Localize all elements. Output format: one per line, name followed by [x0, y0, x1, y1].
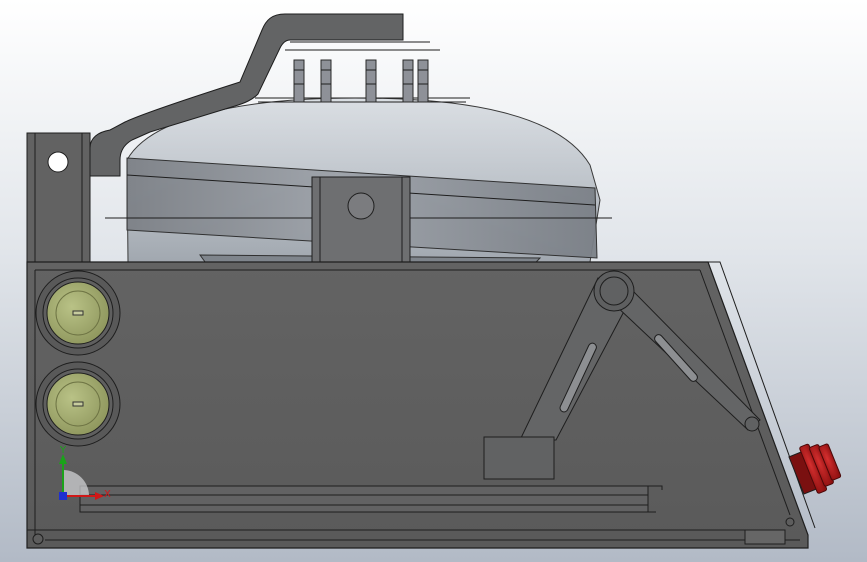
mounting-hole [47, 151, 69, 173]
bolt-5 [417, 59, 429, 103]
knob-slot [72, 401, 84, 407]
pivot-hole [347, 192, 375, 220]
pivot-joint-right [744, 416, 760, 432]
tray-rail[interactable] [79, 485, 663, 513]
bolt-4 [402, 59, 414, 103]
base-foot [744, 529, 786, 545]
center-mount-bracket[interactable] [311, 176, 411, 264]
knob-slot [72, 310, 84, 316]
control-knob-lower[interactable] [35, 361, 121, 447]
triad-y-label: Y [59, 445, 67, 456]
z-axis-marker [59, 492, 67, 500]
corner-screw [32, 533, 44, 545]
bolt-3 [365, 59, 377, 103]
bolt-1 [293, 59, 305, 103]
corner-screw-right [785, 517, 795, 527]
cad-viewport[interactable]: Y X [0, 0, 867, 562]
triad-x-label: X [104, 489, 111, 500]
actuator-block [483, 436, 555, 480]
side-post[interactable] [26, 132, 91, 263]
red-outlet-plug[interactable] [787, 437, 844, 499]
cad-model-canvas[interactable]: Y X [0, 0, 867, 562]
bolt-2 [320, 59, 332, 103]
top-clamp-plate[interactable] [255, 41, 470, 103]
control-knob-upper[interactable] [35, 270, 121, 356]
